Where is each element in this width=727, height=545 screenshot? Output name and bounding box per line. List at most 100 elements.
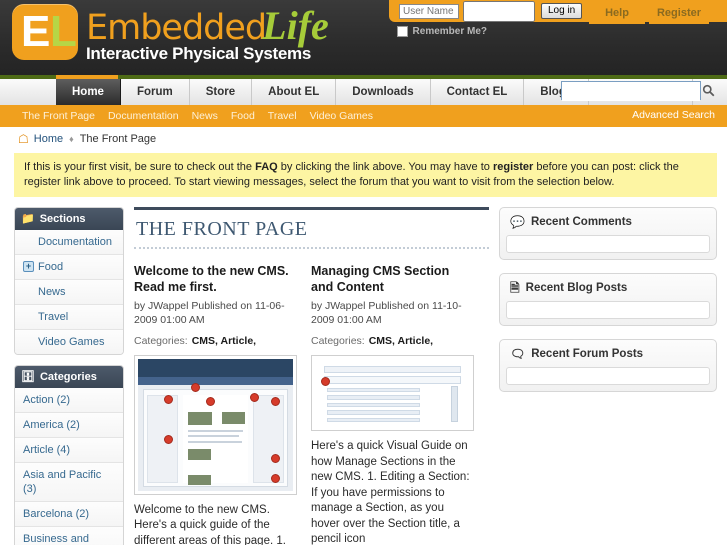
subnav-link-news[interactable]: News xyxy=(192,110,218,122)
subnav-link-food[interactable]: Food xyxy=(231,110,255,122)
sidebar-item-label: Asia and Pacific (3) xyxy=(23,469,102,495)
page-body: 📁 Sections Documentation + Food News Tra… xyxy=(0,197,727,545)
nav-left-spacer xyxy=(0,79,56,105)
article-categories-label: Categories: xyxy=(311,335,365,347)
article-categories-value[interactable]: CMS, Article, xyxy=(192,335,256,347)
forum-icon: 🗨 xyxy=(510,347,526,361)
sidebar-category-barcelona[interactable]: Barcelona (2) xyxy=(15,502,123,527)
article-meta: by JWappel Published on 11-10-2009 01:00… xyxy=(311,300,462,326)
expand-plus-icon[interactable]: + xyxy=(23,261,34,272)
breadcrumb-current: The Front Page xyxy=(79,133,157,145)
article-meta: by JWappel Published on 11-06-2009 01:00… xyxy=(134,300,285,326)
article-title[interactable]: Managing CMS Section and Content xyxy=(311,263,474,295)
sidebar-item-video-games[interactable]: Video Games xyxy=(15,330,123,354)
sidebar-categories-header: 🗄 Categories xyxy=(15,366,123,388)
nav-tab-about-el[interactable]: About EL xyxy=(252,79,337,105)
sidebar-item-food[interactable]: + Food xyxy=(15,255,123,280)
widget-header: 💬 Recent Comments xyxy=(506,214,710,235)
left-sidebar: 📁 Sections Documentation + Food News Tra… xyxy=(14,207,124,545)
subnav-link-the-front-page[interactable]: The Front Page xyxy=(22,110,95,122)
article-categories-value[interactable]: CMS, Article, xyxy=(369,335,433,347)
sidebar-item-label: America (2) xyxy=(23,419,80,431)
article-thumbnail-cms-overview[interactable] xyxy=(134,355,297,495)
logo-script-word: Life xyxy=(262,3,329,48)
widget-recent-comments: 💬 Recent Comments xyxy=(499,207,717,260)
search-icon[interactable] xyxy=(697,80,719,100)
site-logo[interactable]: E L EmbeddedLife Interactive Physical Sy… xyxy=(12,4,329,64)
sidebar-item-label: Travel xyxy=(38,311,69,323)
page-title: THE FRONT PAGE xyxy=(134,210,489,249)
sidebar-category-america[interactable]: America (2) xyxy=(15,413,123,438)
article-categories: Categories: CMS, Article, xyxy=(311,335,474,347)
sidebar-category-business-and-economy[interactable]: Business and Economy (0) xyxy=(15,527,123,545)
sidebar-item-label: Barcelona (2) xyxy=(23,508,90,520)
advanced-search-link[interactable]: Advanced Search xyxy=(632,109,715,121)
nav-tab-forum[interactable]: Forum xyxy=(121,79,190,105)
sidebar-item-documentation[interactable]: Documentation xyxy=(15,230,123,255)
search-input[interactable] xyxy=(562,83,700,101)
logo-letter-l: L xyxy=(50,7,77,56)
help-button[interactable]: Help xyxy=(589,2,645,24)
nav-tab-downloads[interactable]: Downloads xyxy=(336,79,431,105)
right-sidebar: 💬 Recent Comments 🗎 Recent Blog Posts 🗨 … xyxy=(499,207,717,545)
nav-tab-home[interactable]: Home xyxy=(56,79,121,105)
article-card: Managing CMS Section and Content by JWap… xyxy=(311,263,474,545)
widget-title: Recent Comments xyxy=(530,216,632,228)
article-title[interactable]: Welcome to the new CMS. Read me first. xyxy=(134,263,297,295)
password-input[interactable] xyxy=(463,0,535,22)
breadcrumb: ☖ Home ♦ The Front Page xyxy=(0,127,727,151)
search-input-wrapper[interactable] xyxy=(561,81,701,101)
widget-recent-blog-posts: 🗎 Recent Blog Posts xyxy=(499,273,717,326)
notice-register-link[interactable]: register xyxy=(493,161,533,173)
article-body: Here's a quick Visual Guide on how Manag… xyxy=(311,440,470,545)
sidebar-categories-title: Categories xyxy=(39,371,97,383)
comment-icon: 💬 xyxy=(510,215,525,229)
sidebar-item-label: News xyxy=(38,286,66,298)
site-header: E L EmbeddedLife Interactive Physical Sy… xyxy=(0,0,727,75)
notice-faq-link[interactable]: FAQ xyxy=(255,161,278,173)
article-body: Welcome to the new CMS. Here's a quick g… xyxy=(134,503,286,545)
username-input[interactable] xyxy=(399,3,459,19)
sidebar-sections-title: Sections xyxy=(39,213,86,225)
nav-tab-contact-el[interactable]: Contact EL xyxy=(431,79,525,105)
remember-me-checkbox[interactable] xyxy=(396,26,408,37)
sidebar-category-asia-and-pacific[interactable]: Asia and Pacific (3) xyxy=(15,463,123,502)
sidebar-item-label: Video Games xyxy=(38,336,105,348)
widget-header: 🗎 Recent Blog Posts xyxy=(506,280,710,301)
login-button[interactable]: Log in xyxy=(541,3,583,19)
sidebar-block-categories: 🗄 Categories Action (2) America (2) Arti… xyxy=(14,365,124,545)
sidebar-item-travel[interactable]: Travel xyxy=(15,305,123,330)
main-navigation: Home Forum Store About EL Downloads Cont… xyxy=(0,75,727,105)
sidebar-category-article[interactable]: Article (4) xyxy=(15,438,123,463)
sidebar-item-label: Documentation xyxy=(38,236,112,248)
logo-tagline: Interactive Physical Systems xyxy=(86,44,312,63)
sidebar-block-sections: 📁 Sections Documentation + Food News Tra… xyxy=(14,207,124,355)
main-content: THE FRONT PAGE Welcome to the new CMS. R… xyxy=(134,207,489,545)
register-button[interactable]: Register xyxy=(649,2,709,24)
sidebar-item-label: Article (4) xyxy=(23,444,71,456)
sidebar-item-news[interactable]: News xyxy=(15,280,123,305)
folder-icon: 📁 xyxy=(21,212,35,225)
logo-wordmark: Embedded xyxy=(86,8,267,48)
blog-icon: 🗎 xyxy=(510,281,520,295)
subnav-link-video-games[interactable]: Video Games xyxy=(310,110,373,122)
notice-text-2: by clicking the link above. You may have… xyxy=(277,161,493,173)
article-card: Welcome to the new CMS. Read me first. b… xyxy=(134,263,297,545)
subnav-link-travel[interactable]: Travel xyxy=(268,110,297,122)
sidebar-item-label: Business and Economy (0) xyxy=(23,533,90,545)
sidebar-category-action[interactable]: Action (2) xyxy=(15,388,123,413)
remember-me-row[interactable]: Remember Me? xyxy=(396,26,487,37)
widget-title: Recent Blog Posts xyxy=(525,282,628,294)
logo-letter-e: E xyxy=(21,7,51,56)
article-categories-label: Categories: xyxy=(134,335,188,347)
nav-tab-store[interactable]: Store xyxy=(190,79,253,105)
article-categories: Categories: CMS, Article, xyxy=(134,335,297,347)
remember-me-label: Remember Me? xyxy=(412,26,487,37)
categories-icon: 🗄 xyxy=(21,370,35,383)
subnav-link-documentation[interactable]: Documentation xyxy=(108,110,179,122)
sidebar-sections-header: 📁 Sections xyxy=(15,208,123,230)
article-thumbnail-manage-sections[interactable] xyxy=(311,355,474,432)
article-list: Welcome to the new CMS. Read me first. b… xyxy=(134,263,489,545)
widget-header: 🗨 Recent Forum Posts xyxy=(506,346,710,367)
breadcrumb-home[interactable]: Home xyxy=(34,133,63,145)
